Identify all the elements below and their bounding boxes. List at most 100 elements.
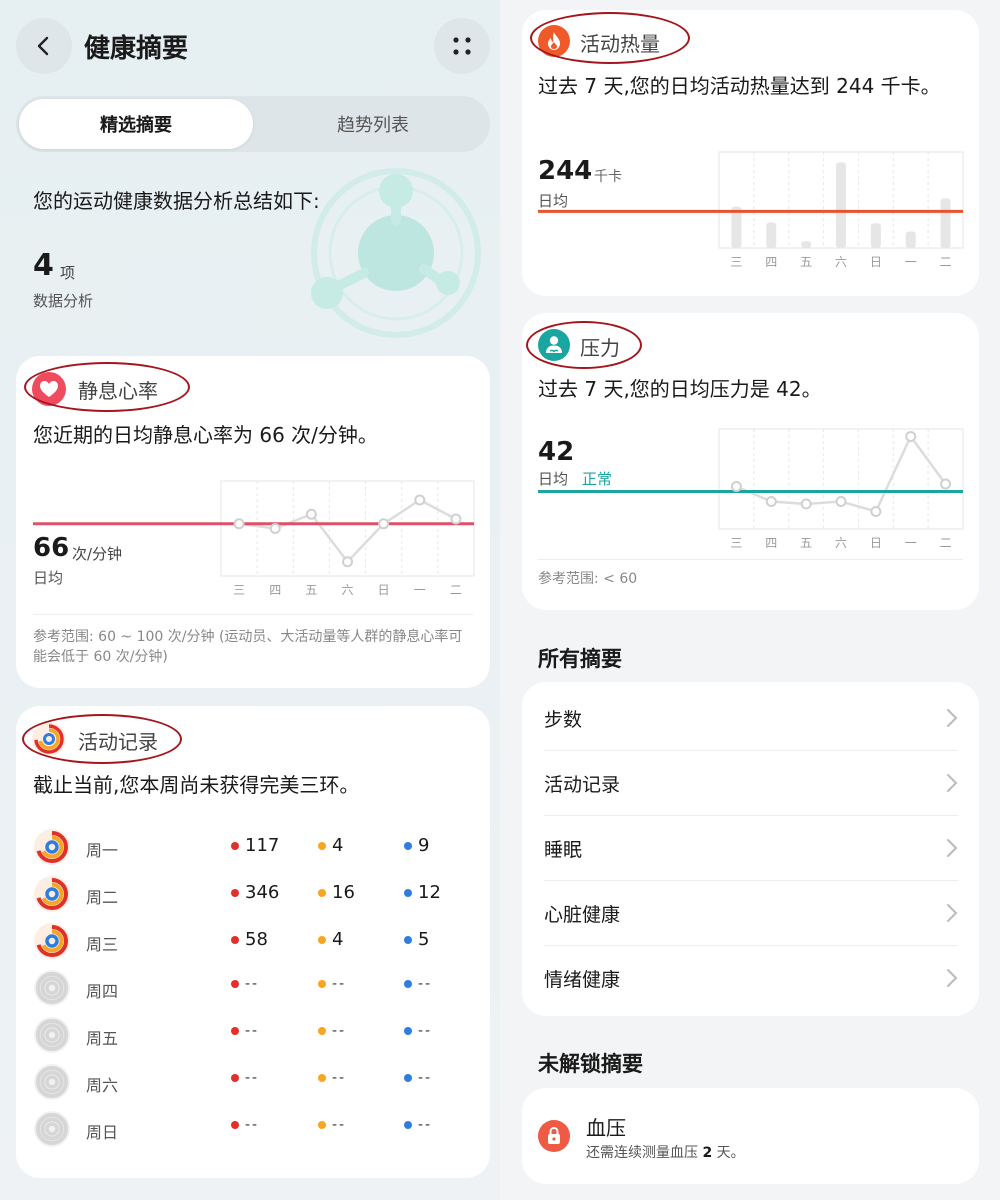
locked-item-title: 血压 (586, 1116, 626, 1140)
ring-color-dot (318, 1027, 326, 1035)
more-dots-icon (453, 37, 471, 55)
data-point (940, 478, 952, 490)
ring-value-text: 9 (418, 835, 430, 856)
x-tick-label: 二 (940, 536, 952, 550)
x-tick-label: 日 (378, 583, 390, 597)
ring-value-red: 58 (231, 929, 268, 950)
locked-sub-suffix: 天。 (716, 1145, 745, 1161)
ring-value-text: -- (245, 1117, 260, 1133)
summary-list-item[interactable]: 步数 (544, 686, 958, 751)
x-tick-label: 六 (835, 536, 847, 550)
ring-value-red: -- (231, 1117, 259, 1133)
ring-color-dot (231, 1121, 239, 1129)
ring-value-red: -- (231, 1023, 259, 1039)
ring-color-dot (318, 1074, 326, 1082)
ring-value-blue: 9 (404, 835, 429, 856)
analysis-count-unit: 项 (60, 264, 76, 282)
ring-value-text: 4 (332, 929, 344, 950)
data-point (905, 431, 917, 442)
chevron-right-icon (947, 904, 958, 922)
ring-value-text: -- (418, 1117, 433, 1133)
ring-value-text: 16 (332, 882, 355, 903)
activity-rings-icon (34, 923, 70, 959)
data-point (378, 518, 390, 530)
ring-value-yellow: -- (318, 1023, 346, 1039)
ring-color-dot (318, 980, 326, 988)
chevron-right-icon (947, 839, 958, 857)
tab-trends[interactable]: 趋势列表 (256, 99, 490, 149)
tab-featured[interactable]: 精选摘要 (19, 99, 253, 149)
locked-sub-prefix: 还需连续测量血压 (586, 1145, 698, 1161)
stress-card[interactable]: 压力 过去 7 天,您的日均压力是 42。 三 四 五 六 日 一 二 42 日均 正常 参… (522, 313, 979, 610)
x-tick-label: 一 (905, 536, 917, 550)
x-tick-label: 五 (800, 255, 812, 269)
locked-blood-pressure-card[interactable]: 血压 还需连续测量血压 2 天。 (522, 1088, 979, 1184)
x-tick-label: 一 (414, 583, 426, 597)
card-title: 静息心率 (78, 379, 158, 403)
weekday-label: 周一 (86, 841, 119, 860)
activity-records-card[interactable]: 活动记录 截止当前,您本周尚未获得完美三环。 周一 117 4 9 周二 346 16 12 周… (16, 706, 490, 1178)
summary-list-item[interactable]: 睡眠 (544, 816, 958, 881)
ring-value-yellow: -- (318, 1070, 346, 1086)
bar (836, 162, 846, 248)
activity-rings-icon (34, 1017, 70, 1053)
x-tick-label: 四 (765, 536, 777, 550)
summary-text: 您的运动健康数据分析总结如下: (33, 189, 320, 213)
ring-value-text: -- (245, 1023, 260, 1039)
right-column: 活动热量 过去 7 天,您的日均活动热量达到 244 千卡。 三四五六日一二 2… (500, 0, 1000, 1200)
calories-value: 244 (538, 156, 593, 186)
ring-value-yellow: -- (318, 1117, 346, 1133)
activity-row[interactable]: 周六 -- -- -- (16, 1063, 490, 1103)
lock-icon (538, 1120, 570, 1152)
chevron-left-icon (37, 36, 49, 56)
data-point (730, 481, 742, 492)
x-tick-label: 三 (730, 536, 742, 550)
more-button[interactable] (434, 18, 490, 74)
ring-value-red: -- (231, 1070, 259, 1086)
x-tick-label: 五 (800, 536, 812, 550)
activity-row[interactable]: 周五 -- -- -- (16, 1016, 490, 1056)
back-button[interactable] (16, 18, 72, 74)
analysis-count-label: 数据分析 (33, 292, 94, 310)
ring-value-blue: 5 (404, 929, 429, 950)
analysis-count: 4 (33, 248, 54, 283)
activity-calories-card[interactable]: 活动热量 过去 7 天,您的日均活动热量达到 244 千卡。 三 四 五 六 日 一 二 2… (522, 10, 979, 296)
x-tick-label: 五 (305, 583, 317, 597)
summary-item-label: 步数 (544, 708, 583, 731)
summary-list-item[interactable]: 情绪健康 (544, 946, 958, 1011)
locked-item-subtitle: 还需连续测量血压 2 天。 (586, 1142, 745, 1162)
activity-row[interactable]: 周四 -- -- -- (16, 969, 490, 1009)
activity-row[interactable]: 周三 58 4 5 (16, 922, 490, 962)
reference-range: 参考范围: 60 ~ 100 次/分钟 (运动员、大活动量等人群的静息心率可能会… (33, 629, 463, 665)
heart-rate-chart: 三四五六日一二 (33, 480, 475, 597)
activity-row[interactable]: 周一 117 4 9 (16, 828, 490, 868)
card-title: 活动记录 (78, 730, 158, 754)
activity-row[interactable]: 周二 346 16 12 (16, 875, 490, 915)
bar (905, 231, 916, 248)
activity-rings-icon (34, 1064, 70, 1100)
card-title: 压力 (580, 336, 620, 360)
ring-value-text: -- (418, 1023, 433, 1039)
summary-list-item[interactable]: 活动记录 (544, 751, 958, 816)
x-tick-label: 二 (450, 583, 462, 597)
divider (33, 614, 473, 615)
bar (940, 198, 951, 248)
bar (801, 241, 812, 248)
analysis-decoration-icon (311, 168, 481, 338)
chevron-right-icon (947, 969, 958, 987)
resting-heart-rate-card[interactable]: 静息心率 您近期的日均静息心率为 66 次/分钟。 三 四 五 六 日 一 二 66 次/分… (16, 356, 490, 688)
activity-row[interactable]: 周日 -- -- -- (16, 1110, 490, 1150)
ring-value-text: 58 (245, 929, 268, 950)
x-tick-label: 一 (905, 255, 917, 269)
stress-status: 正常 (582, 470, 613, 488)
card-body-text: 过去 7 天,您的日均压力是 42。 (538, 377, 822, 401)
bar (766, 222, 777, 248)
x-tick-label: 日 (870, 255, 882, 269)
summary-list-item[interactable]: 心脏健康 (544, 881, 958, 946)
ring-value-text: -- (245, 1070, 260, 1086)
summary-item-label: 心脏健康 (544, 903, 621, 926)
ring-value-text: 12 (418, 882, 441, 903)
ring-value-red: 346 (231, 882, 279, 903)
all-summaries-list: 步数活动记录 睡眠心脏健康情绪健康 (522, 682, 979, 1016)
ring-color-dot (318, 935, 326, 944)
